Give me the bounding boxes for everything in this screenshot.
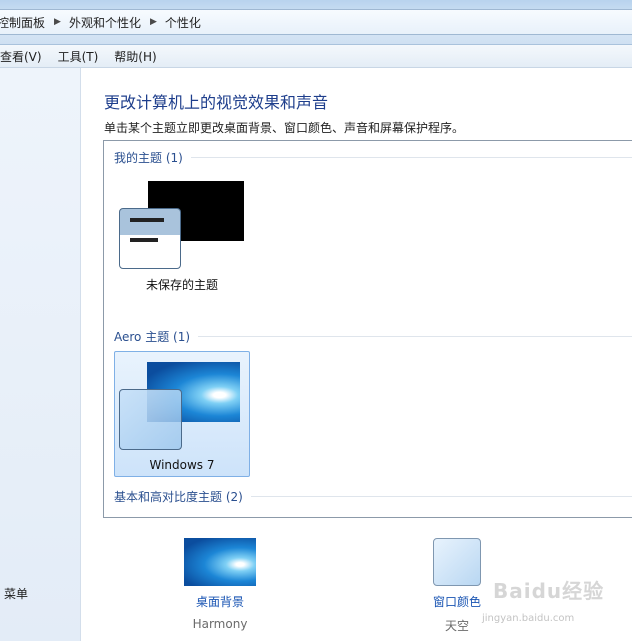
window-color-thumbnail [119, 389, 182, 450]
group-header-basic-themes: 基本和高对比度主题 (2) [114, 488, 632, 505]
watermark-logo: Baidu经验 [493, 579, 605, 603]
menu-help[interactable]: 帮助(H) [114, 48, 156, 65]
group-divider [190, 157, 632, 158]
breadcrumb-arrow-icon[interactable]: ▶ [150, 17, 157, 27]
breadcrumb-appearance[interactable]: 外观和个性化 ▶ [69, 14, 165, 31]
desktop-background-link[interactable]: 桌面背景 [180, 593, 260, 610]
left-nav-menu-link[interactable]: 菜单 [4, 585, 28, 602]
group-divider [198, 336, 632, 337]
address-bar-area: 控制面板 ▶ 外观和个性化 ▶ 个性化 [0, 0, 632, 45]
window-color-link[interactable]: 窗口颜色 [417, 593, 497, 610]
breadcrumb-control-panel[interactable]: 控制面板 ▶ [0, 14, 69, 31]
menu-view[interactable]: 查看(V) [0, 48, 42, 65]
group-divider [250, 496, 632, 497]
desktop-background-value: Harmony [192, 617, 248, 631]
group-header-my-themes: 我的主题 (1) [114, 149, 632, 166]
group-header-aero-themes: Aero 主题 (1) [114, 328, 632, 345]
theme-label: Windows 7 [149, 458, 215, 472]
desktop-background-icon[interactable] [184, 538, 256, 586]
breadcrumb-personalization[interactable]: 个性化 [165, 14, 201, 31]
address-bar[interactable]: 控制面板 ▶ 外观和个性化 ▶ 个性化 [0, 9, 632, 35]
watermark-url: jingyan.baidu.com [482, 613, 575, 624]
theme-list[interactable]: 我的主题 (1) 未保存的主题 Aero 主题 (1) Windows 7 基本… [103, 140, 632, 518]
main-content: 更改计算机上的视觉效果和声音 单击某个主题立即更改桌面背景、窗口颜色、声音和屏幕… [81, 68, 632, 641]
theme-windows7[interactable]: Windows 7 [114, 351, 250, 477]
theme-label: 未保存的主题 [145, 278, 218, 292]
window-color-thumbnail [119, 208, 181, 269]
menu-tools[interactable]: 工具(T) [58, 48, 99, 65]
theme-unsaved[interactable]: 未保存的主题 [114, 171, 250, 297]
left-navigation-pane: 菜单 [0, 68, 81, 641]
menu-bar: 查看(V) 工具(T) 帮助(H) [0, 45, 632, 68]
breadcrumb-arrow-icon[interactable]: ▶ [54, 17, 61, 27]
window-color-icon[interactable] [433, 538, 481, 586]
page-title: 更改计算机上的视觉效果和声音 [104, 93, 329, 112]
desktop-background-option[interactable]: 桌面背景 Harmony [180, 538, 260, 631]
page-subtitle: 单击某个主题立即更改桌面背景、窗口颜色、声音和屏幕保护程序。 [104, 121, 465, 135]
